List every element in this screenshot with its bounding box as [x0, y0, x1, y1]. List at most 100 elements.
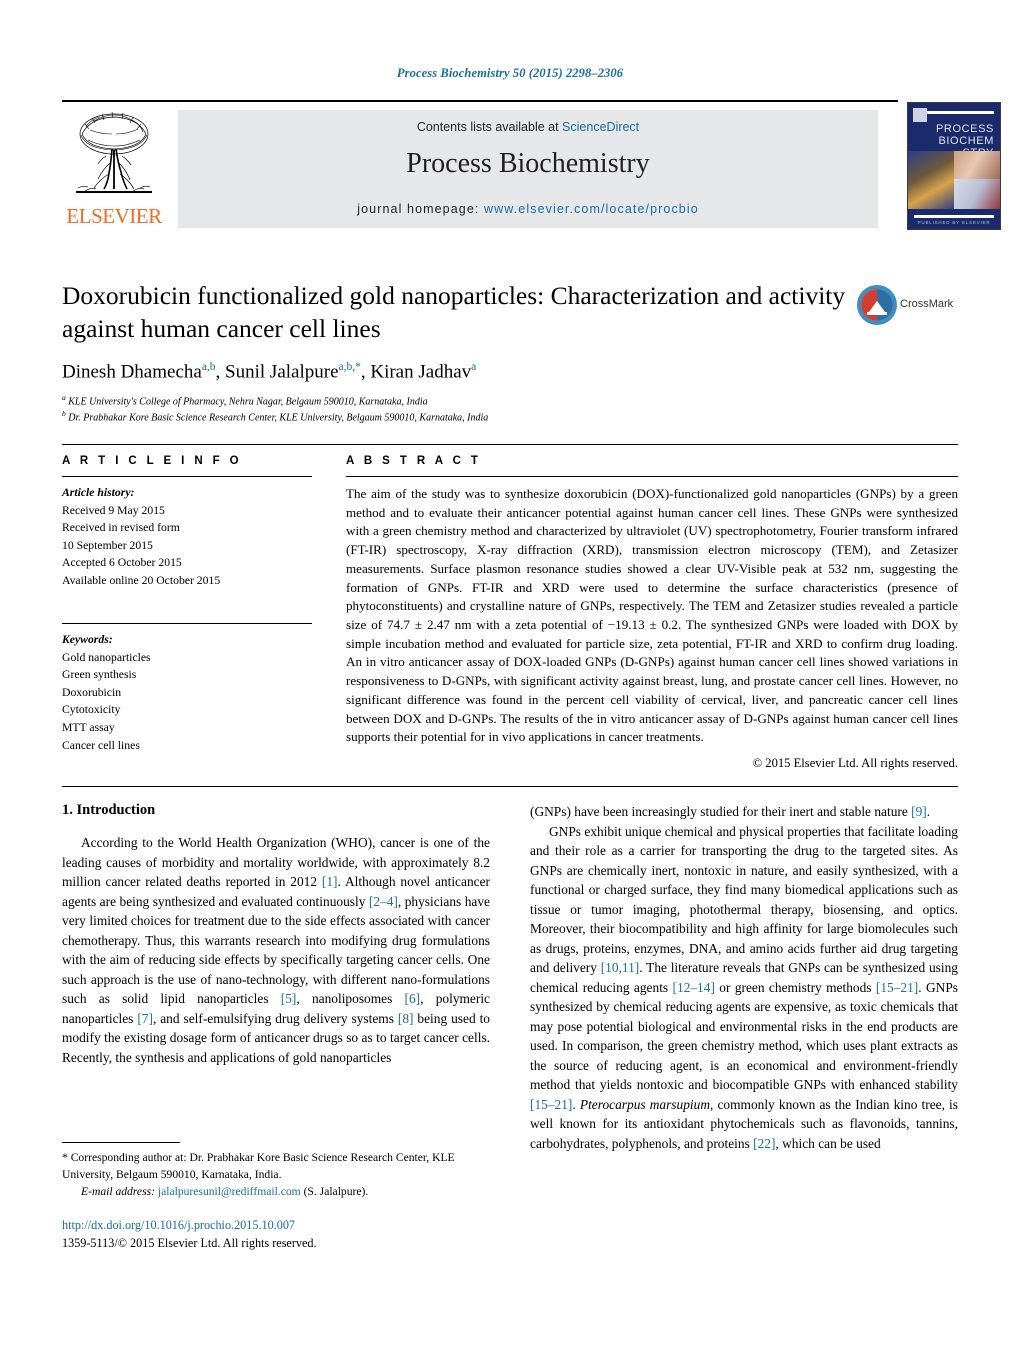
history-item: 10 September 2015: [62, 538, 153, 552]
homepage-url-link[interactable]: www.elsevier.com/locate/procbio: [484, 202, 699, 216]
body-column-right: (GNPs) have been increasingly studied fo…: [530, 802, 958, 1153]
keywords-label: Keywords:: [62, 633, 113, 647]
keywords-block: Keywords: Gold nanoparticles Green synth…: [62, 623, 312, 754]
footnote-block: * Corresponding author at: Dr. Prabhakar…: [62, 1142, 490, 1200]
intro-text: or green chemistry methods: [714, 979, 876, 995]
crossmark-label: CrossMark: [900, 298, 954, 310]
keywords-body: Keywords: Gold nanoparticles Green synth…: [62, 631, 312, 754]
affiliation-item: a KLE University's College of Pharmacy, …: [62, 393, 852, 410]
abstract-column: A B S T R A C T The aim of the study was…: [346, 455, 958, 771]
citation-link[interactable]: [15–21]: [530, 1097, 572, 1112]
elsevier-tree-icon: [76, 111, 152, 193]
citation-link[interactable]: [8]: [398, 1011, 414, 1026]
cover-footer-text: PUBLISHED BY ELSEVIER: [917, 220, 991, 225]
abstract-bottom-rule: [62, 786, 958, 787]
intro-paragraph-right-2: GNPs exhibit unique chemical and physica…: [530, 822, 958, 1154]
journal-title: Process Biochemistry: [406, 148, 650, 179]
abstract-heading: A B S T R A C T: [346, 455, 482, 467]
history-item: Received 9 May 2015: [62, 503, 165, 517]
citation-link[interactable]: [1]: [322, 874, 338, 889]
author-name: Dinesh Dhamecha: [62, 361, 202, 383]
abstract-rule: [346, 476, 958, 477]
abstract-copyright: © 2015 Elsevier Ltd. All rights reserved…: [752, 756, 958, 771]
intro-text: , physicians have very limited choices f…: [62, 893, 491, 1007]
author-name: Sunil Jalalpure: [225, 361, 339, 383]
citation-link[interactable]: [2–4]: [369, 894, 398, 909]
sciencedirect-link[interactable]: ScienceDirect: [562, 120, 639, 134]
elsevier-wordmark: ELSEVIER: [66, 204, 162, 228]
article-info-rule: [62, 476, 312, 477]
keyword-item: Doxorubicin: [62, 685, 122, 699]
cover-logo-icon: [913, 108, 927, 122]
cover-photo-left: [908, 151, 954, 209]
email-note: E-mail address: jalalpuresunil@rediffmai…: [62, 1184, 490, 1201]
species-name: Pterocarpus marsupium: [579, 1096, 710, 1112]
citation-link[interactable]: [7]: [137, 1011, 153, 1026]
corresponding-text: Corresponding author at: Dr. Prabhakar K…: [62, 1151, 455, 1181]
affiliation-list: a KLE University's College of Pharmacy, …: [62, 393, 852, 427]
contents-list-line: Contents lists available at ScienceDirec…: [178, 120, 878, 134]
cover-photo-collage: [908, 151, 1000, 209]
affiliation-item: b Dr. Prabhakar Kore Basic Science Resea…: [62, 409, 852, 426]
keyword-item: MTT assay: [62, 721, 115, 735]
affiliation-text: KLE University's College of Pharmacy, Ne…: [68, 395, 428, 407]
affiliation-mark: b: [62, 409, 66, 419]
history-item: Accepted 6 October 2015: [62, 556, 182, 570]
citation-link[interactable]: [5]: [281, 991, 297, 1006]
info-section-top-rule: [62, 444, 958, 445]
intro-paragraph-right-1: (GNPs) have been increasingly studied fo…: [530, 802, 958, 822]
doi-link[interactable]: http://dx.doi.org/10.1016/j.prochio.2015…: [62, 1217, 490, 1235]
article-info-heading: A R T I C L E I N F O: [62, 455, 243, 467]
journal-banner: Contents lists available at ScienceDirec…: [178, 110, 878, 228]
homepage-label: journal homepage:: [357, 202, 480, 216]
history-item: Received in revised form: [62, 521, 180, 535]
corresponding-author-note: * Corresponding author at: Dr. Prabhakar…: [62, 1150, 490, 1184]
citation-link[interactable]: [12–14]: [673, 980, 715, 995]
crossmark-badge[interactable]: CrossMark: [856, 284, 960, 328]
intro-text: , which can be used: [775, 1135, 881, 1151]
intro-text: GNPs exhibit unique chemical and physica…: [530, 823, 958, 976]
intro-text: , and self-emulsifying drug delivery sys…: [152, 1010, 398, 1026]
issn-copyright-line: 1359-5113/© 2015 Elsevier Ltd. All right…: [62, 1235, 317, 1250]
journal-article-page: Process Biochemistry 50 (2015) 2298–2306: [0, 0, 1020, 1351]
intro-text: (GNPs) have been increasingly studied fo…: [530, 804, 912, 819]
body-column-left: 1. Introduction According to the World H…: [62, 802, 490, 1067]
intro-text: , nanoliposomes: [296, 991, 405, 1006]
intro-text: .: [926, 804, 931, 819]
author-list: Dinesh Dhamechaa,b, Sunil Jalalpurea,b,*…: [62, 361, 477, 383]
article-info-column: A R T I C L E I N F O Article history: R…: [62, 455, 312, 754]
section-title-introduction: 1. Introduction: [62, 802, 156, 818]
author-affil-mark: a,b: [201, 361, 216, 374]
article-history-label: Article history:: [62, 486, 135, 499]
keyword-item: Cancer cell lines: [62, 738, 140, 752]
citation-link[interactable]: [6]: [405, 991, 421, 1006]
page-title: Doxorubicin functionalized gold nanopart…: [62, 281, 846, 343]
contents-prefix: Contents lists available at: [416, 120, 563, 134]
crossmark-icon: [857, 285, 897, 325]
keywords-rule: [62, 623, 312, 625]
journal-masthead: ELSEVIER Contents lists available at Sci…: [62, 100, 1001, 230]
running-head: Process Biochemistry 50 (2015) 2298–2306: [396, 66, 624, 80]
keyword-item: Green synthesis: [62, 668, 137, 682]
abstract-text: The aim of the study was to synthesize d…: [346, 486, 958, 745]
email-link[interactable]: jalalpuresunil@rediffmail.com: [158, 1185, 301, 1198]
article-history-block: Article history: Received 9 May 2015 Rec…: [62, 484, 312, 589]
cover-title-line1: PROCESS: [936, 123, 994, 135]
citation-link[interactable]: [22]: [753, 1136, 775, 1151]
email-suffix: (S. Jalalpure).: [300, 1184, 369, 1198]
footnote-rule: [62, 1142, 180, 1143]
intro-text: . GNPs synthesized by chemical reducing …: [530, 979, 959, 1093]
title-block: Doxorubicin functionalized gold nanopart…: [62, 280, 852, 426]
author-affil-mark: a,b,*: [338, 361, 361, 374]
journal-cover-thumbnail: PROCESS BIOCHEM STRY PUBLISHED BY ELSEVI…: [907, 102, 1001, 230]
affiliation-mark: a: [62, 392, 66, 402]
cover-photo-bottomright: [954, 179, 1000, 209]
author-affil-mark: a: [471, 361, 477, 374]
masthead-top-rule: [62, 100, 898, 102]
citation-link[interactable]: [9]: [911, 804, 927, 819]
citation-link[interactable]: [10,11]: [601, 960, 640, 975]
cover-photo-topright: [954, 151, 1000, 179]
citation-link[interactable]: [15–21]: [876, 980, 918, 995]
history-item: Available online 20 October 2015: [62, 573, 221, 587]
intro-paragraph-left: According to the World Health Organizati…: [62, 833, 490, 1067]
